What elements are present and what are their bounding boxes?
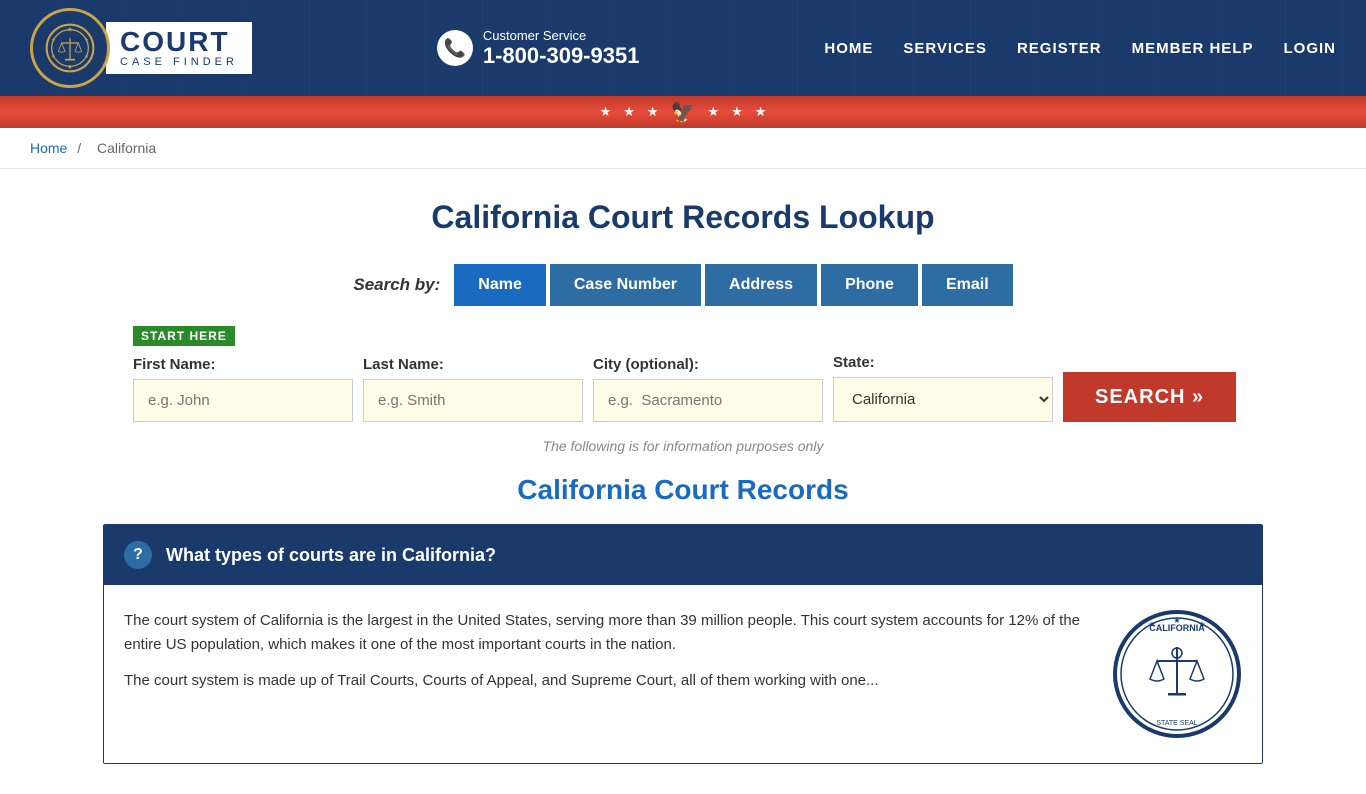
svg-text:★: ★ (1173, 616, 1180, 625)
svg-text:★: ★ (1148, 620, 1155, 629)
customer-service-label: Customer Service (483, 28, 640, 43)
search-button[interactable]: SEARCH » (1063, 372, 1236, 422)
accordion-text: The court system of California is the la… (124, 609, 1082, 739)
star-right-3: ★ (755, 104, 767, 120)
state-select[interactable]: California Alabama Alaska Arizona New Yo… (833, 377, 1053, 422)
last-name-input[interactable] (363, 379, 583, 422)
logo-area: ★ ★ ★ ★ ★ ★ COURT CASE FINDER (30, 8, 252, 88)
records-title: California Court Records (103, 474, 1263, 506)
accordion-question-icon: ? (124, 541, 152, 569)
logo-sub-text: CASE FINDER (120, 56, 238, 68)
eagle-icon: 🦅 (671, 100, 696, 125)
star-left-1: ★ (600, 104, 612, 120)
accordion-body: The court system of California is the la… (104, 585, 1262, 763)
breadcrumb: Home / California (0, 128, 1366, 169)
accordion-header[interactable]: ? What types of courts are in California… (104, 525, 1262, 585)
page-title: California Court Records Lookup (103, 199, 1263, 236)
star-right-2: ★ (731, 104, 743, 120)
tab-case-number[interactable]: Case Number (550, 264, 701, 306)
tab-phone[interactable]: Phone (821, 264, 918, 306)
star-left-3: ★ (647, 104, 659, 120)
nav-home[interactable]: HOME (824, 40, 873, 57)
nav-login[interactable]: LOGIN (1283, 40, 1336, 57)
svg-text:★: ★ (67, 63, 73, 71)
city-label: City (optional): (593, 356, 823, 373)
accordion-para1: The court system of California is the la… (124, 609, 1082, 657)
banner-eagle: ★ ★ ★ 🦅 ★ ★ ★ (600, 100, 767, 125)
nav-services[interactable]: SERVICES (903, 40, 987, 57)
phone-text: Customer Service 1-800-309-9351 (483, 28, 640, 69)
search-by-label: Search by: (353, 275, 440, 295)
main-content: California Court Records Lookup Search b… (83, 169, 1283, 794)
state-label: State: (833, 354, 1053, 371)
last-name-group: Last Name: (363, 356, 583, 422)
phone-number: 1-800-309-9351 (483, 43, 640, 69)
search-section: Search by: Name Case Number Address Phon… (103, 264, 1263, 306)
phone-area: 📞 Customer Service 1-800-309-9351 (437, 28, 640, 69)
banner-strip: ★ ★ ★ 🦅 ★ ★ ★ (0, 96, 1366, 128)
first-name-label: First Name: (133, 356, 353, 373)
logo-text-box: COURT CASE FINDER (106, 22, 252, 74)
tab-email[interactable]: Email (922, 264, 1013, 306)
first-name-input[interactable] (133, 379, 353, 422)
breadcrumb-separator: / (77, 140, 81, 156)
first-name-group: First Name: (133, 356, 353, 422)
breadcrumb-current: California (97, 140, 156, 156)
search-form-area: START HERE First Name: Last Name: City (… (133, 326, 1233, 422)
start-here-badge: START HERE (133, 326, 235, 346)
logo-circle: ★ ★ ★ ★ ★ ★ (30, 8, 110, 88)
header: ★ ★ ★ ★ ★ ★ COURT CASE FINDER 📞 Customer… (0, 0, 1366, 96)
nav-register[interactable]: REGISTER (1017, 40, 1102, 57)
svg-text:★: ★ (84, 37, 89, 43)
city-input[interactable] (593, 379, 823, 422)
svg-text:★: ★ (67, 25, 73, 33)
logo-court-text: COURT (120, 28, 238, 56)
svg-text:★: ★ (1198, 620, 1205, 629)
last-name-label: Last Name: (363, 356, 583, 373)
tab-name[interactable]: Name (454, 264, 546, 306)
svg-text:★: ★ (84, 54, 89, 60)
phone-icon: 📞 (437, 30, 473, 66)
svg-text:★: ★ (51, 37, 56, 43)
form-row: First Name: Last Name: City (optional): … (133, 354, 1233, 422)
nav-member-help[interactable]: MEMBER HELP (1132, 40, 1254, 57)
tab-address[interactable]: Address (705, 264, 817, 306)
breadcrumb-home[interactable]: Home (30, 140, 67, 156)
star-left-2: ★ (623, 104, 635, 120)
accordion-title: What types of courts are in California? (166, 545, 496, 566)
svg-text:STATE SEAL: STATE SEAL (1156, 720, 1197, 727)
search-tabs-row: Search by: Name Case Number Address Phon… (103, 264, 1263, 306)
svg-text:★: ★ (51, 54, 56, 60)
accordion-para2: The court system is made up of Trail Cou… (124, 669, 1082, 693)
main-nav: HOME SERVICES REGISTER MEMBER HELP LOGIN (824, 40, 1336, 57)
state-group: State: California Alabama Alaska Arizona… (833, 354, 1053, 422)
info-note: The following is for information purpose… (103, 438, 1263, 454)
star-right-1: ★ (707, 104, 719, 120)
accordion: ? What types of courts are in California… (103, 524, 1263, 764)
city-group: City (optional): (593, 356, 823, 422)
california-seal: CALIFORNIA STATE SEAL ★ ★ ★ (1112, 609, 1242, 739)
